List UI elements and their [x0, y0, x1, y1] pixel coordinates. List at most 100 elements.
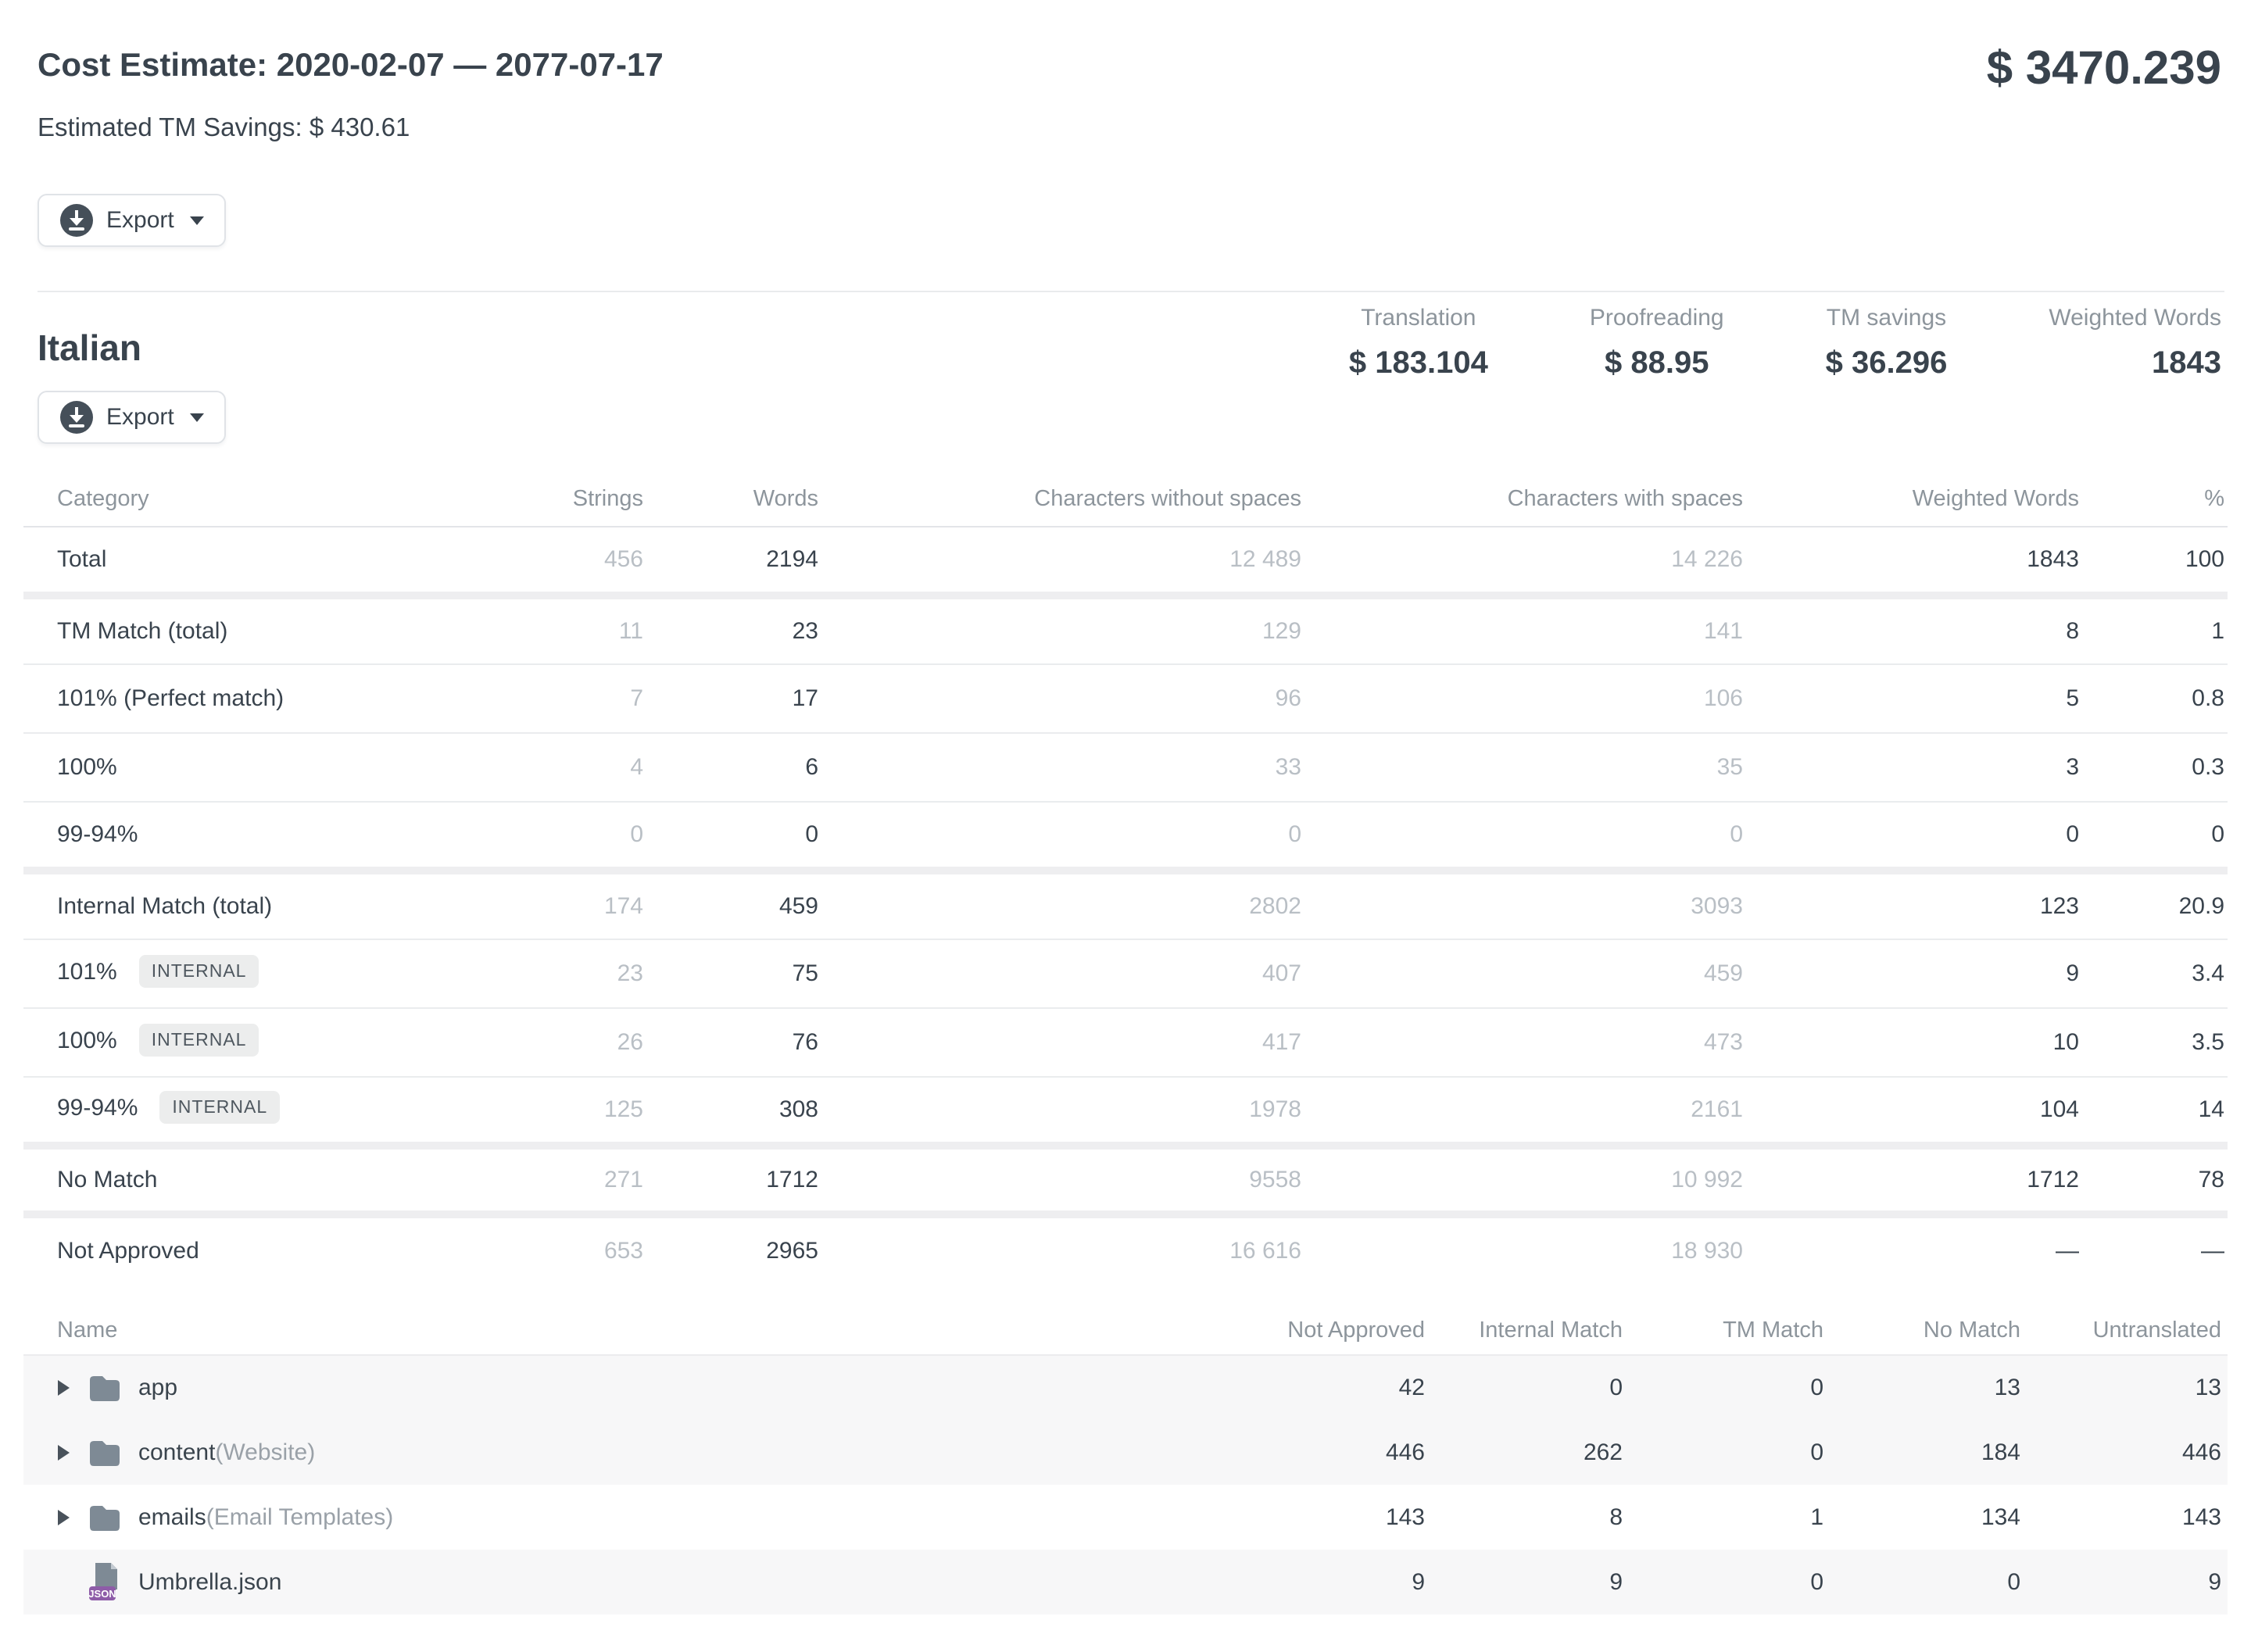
category-label: Not Approved [23, 1214, 414, 1283]
category-row-not-approved: Not Approved 653 2965 16 616 18 930 — — [23, 1214, 2228, 1283]
file-name: Umbrella.json [138, 1569, 281, 1596]
file-row-app[interactable]: app 42 0 0 13 13 [23, 1355, 2228, 1420]
strings-value: 0 [414, 802, 646, 871]
export-button-label: Export [106, 207, 174, 234]
stat-label: Weighted Words [2049, 305, 2221, 331]
tm-savings-line: Estimated TM Savings: $ 430.61 [38, 113, 2221, 142]
weighted-value: 1712 [1746, 1146, 2082, 1214]
category-row-99-94: 99-94% 0 0 0 0 0 0 [23, 802, 2228, 871]
words-value: 308 [646, 1077, 821, 1146]
export-button-language[interactable]: Export [38, 391, 226, 444]
strings-value: 4 [414, 733, 646, 802]
strings-value: 26 [414, 1008, 646, 1077]
untranslated-value: 13 [2024, 1355, 2228, 1420]
words-value: 76 [646, 1008, 821, 1077]
col-category: Category [23, 470, 414, 527]
category-label: 100% [23, 733, 414, 802]
category-row-100-internal: 100%INTERNAL 26 76 417 473 10 3.5 [23, 1008, 2228, 1077]
export-button-label: Export [106, 404, 174, 431]
export-button[interactable]: Export [38, 194, 226, 247]
json-file-icon: JSON [88, 1561, 121, 1604]
chars-without-value: 16 616 [821, 1214, 1304, 1283]
file-name: content [138, 1439, 215, 1466]
weighted-value: 5 [1746, 664, 2082, 733]
stat-value: $ 183.104 [1349, 345, 1488, 381]
strings-value: 125 [414, 1077, 646, 1146]
chars-without-value: 12 489 [821, 527, 1304, 595]
percent-value: — [2082, 1214, 2228, 1283]
stat-label: TM savings [1826, 305, 1948, 331]
untranslated-value: 9 [2024, 1550, 2228, 1614]
file-row-content[interactable]: content(Website) 446 262 0 184 446 [23, 1420, 2228, 1485]
category-label: 101% [57, 959, 117, 985]
internal-match-value: 8 [1428, 1485, 1626, 1550]
caret-right-icon[interactable] [58, 1510, 70, 1525]
category-label: Total [23, 527, 414, 595]
not-approved-value: 42 [961, 1355, 1428, 1420]
folder-icon [88, 1504, 121, 1531]
file-row-umbrella-json[interactable]: JSON Umbrella.json 9 9 0 0 9 [23, 1550, 2228, 1614]
chars-without-value: 1978 [821, 1077, 1304, 1146]
chars-with-value: 10 992 [1304, 1146, 1746, 1214]
strings-value: 174 [414, 871, 646, 939]
col-not-approved: Not Approved [961, 1283, 1428, 1355]
chars-without-value: 417 [821, 1008, 1304, 1077]
category-label: 101% (Perfect match) [23, 664, 414, 733]
language-section: Italian Translation $ 183.104 Proofreadi… [0, 292, 2251, 444]
words-value: 0 [646, 802, 821, 871]
internal-badge: INTERNAL [139, 955, 259, 988]
chars-without-value: 9558 [821, 1146, 1304, 1214]
not-approved-value: 446 [961, 1420, 1428, 1485]
caret-right-icon[interactable] [58, 1445, 70, 1461]
folder-icon [88, 1375, 121, 1401]
strings-value: 271 [414, 1146, 646, 1214]
words-value: 17 [646, 664, 821, 733]
caret-right-icon[interactable] [58, 1380, 70, 1396]
not-approved-value: 9 [961, 1550, 1428, 1614]
weighted-value: 8 [1746, 595, 2082, 664]
download-icon [59, 203, 94, 238]
percent-value: 20.9 [2082, 871, 2228, 939]
category-label: TM Match (total) [23, 595, 414, 664]
strings-value: 11 [414, 595, 646, 664]
col-chars-with-spaces: Characters with spaces [1304, 470, 1746, 527]
untranslated-value: 446 [2024, 1420, 2228, 1485]
category-row-no-match: No Match 271 1712 9558 10 992 1712 78 [23, 1146, 2228, 1214]
caret-down-icon [190, 216, 204, 225]
file-row-emails[interactable]: emails(Email Templates) 143 8 1 134 143 [23, 1485, 2228, 1550]
weighted-value: 10 [1746, 1008, 2082, 1077]
strings-value: 456 [414, 527, 646, 595]
category-row-total: Total 456 2194 12 489 14 226 1843 100 [23, 527, 2228, 595]
no-match-value: 134 [1827, 1485, 2024, 1550]
category-table: Category Strings Words Characters withou… [23, 470, 2228, 1283]
chars-without-value: 2802 [821, 871, 1304, 939]
files-table: Name Not Approved Internal Match TM Matc… [23, 1283, 2228, 1614]
chars-with-value: 459 [1304, 939, 1746, 1008]
chars-without-value: 407 [821, 939, 1304, 1008]
internal-match-value: 262 [1428, 1420, 1626, 1485]
chars-without-value: 33 [821, 733, 1304, 802]
cost-estimate-page: Cost Estimate: 2020-02-07 — 2077-07-17 $… [0, 0, 2251, 1614]
col-name: Name [23, 1283, 961, 1355]
percent-value: 0.3 [2082, 733, 2228, 802]
percent-value: 0.8 [2082, 664, 2228, 733]
total-price: $ 3470.239 [1987, 41, 2221, 95]
chars-without-value: 129 [821, 595, 1304, 664]
download-icon [59, 400, 94, 434]
caret-down-icon [190, 413, 204, 422]
words-value: 6 [646, 733, 821, 802]
svg-text:JSON: JSON [88, 1588, 116, 1600]
weighted-value: — [1746, 1214, 2082, 1283]
category-row-internal-match-total: Internal Match (total) 174 459 2802 3093… [23, 871, 2228, 939]
words-value: 459 [646, 871, 821, 939]
stat-value: $ 88.95 [1590, 345, 1724, 381]
weighted-value: 104 [1746, 1077, 2082, 1146]
category-label: Internal Match (total) [23, 871, 414, 939]
chars-without-value: 0 [821, 802, 1304, 871]
chars-with-value: 3093 [1304, 871, 1746, 939]
chars-with-value: 141 [1304, 595, 1746, 664]
weighted-value: 0 [1746, 802, 2082, 871]
chars-without-value: 96 [821, 664, 1304, 733]
percent-value: 3.5 [2082, 1008, 2228, 1077]
not-approved-value: 143 [961, 1485, 1428, 1550]
